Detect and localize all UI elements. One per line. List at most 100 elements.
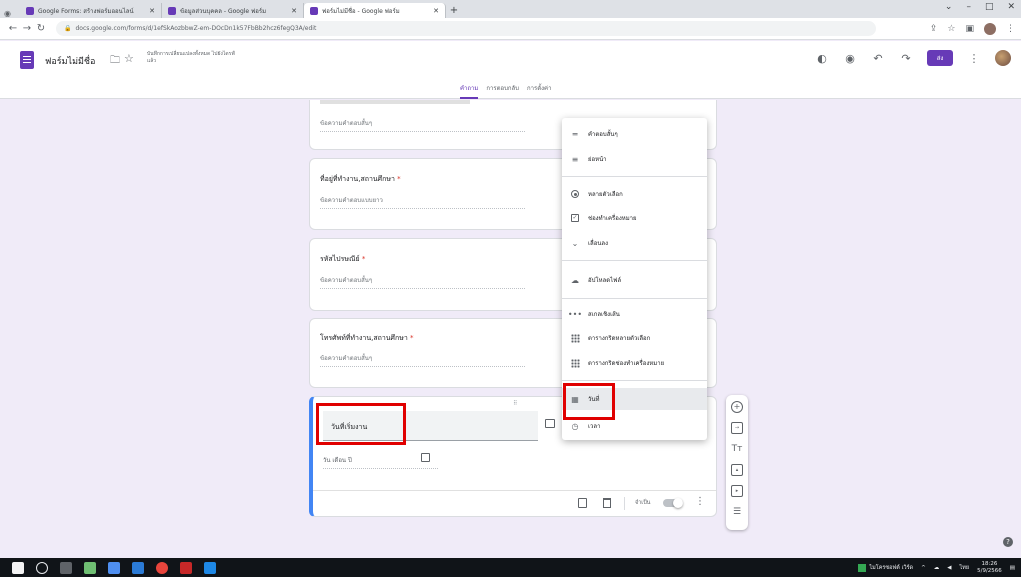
url-field[interactable]: 🔒 docs.google.com/forms/d/1efSkAozbbwZ-e…	[56, 21, 876, 36]
add-image-icon[interactable]: ▴	[731, 464, 743, 476]
tray-chevron-icon[interactable]: ^	[921, 565, 926, 571]
redo-icon[interactable]: ↷	[899, 52, 913, 65]
answer-hint: ข้อความคำตอบสั้นๆ	[320, 275, 525, 289]
store-icon[interactable]	[132, 561, 144, 574]
menu-item-file-upload[interactable]: ☁ อัปโหลดไฟล์	[562, 269, 707, 291]
browser-tab-3[interactable]: ฟอร์มไม่มีชื่อ - Google ฟอร์ม ✕	[304, 3, 446, 18]
duplicate-icon[interactable]	[578, 498, 587, 508]
taskbar: ไมโครซอฟต์ เวิร์ด ^ ☁ ◀ ไทย 18:26 5/9/25…	[0, 558, 1021, 577]
browser-tab-1[interactable]: Google Forms: สร้างฟอร์มออนไลน์ ✕	[20, 3, 162, 18]
menu-item-dropdown[interactable]: ⌄ เลื่อนลง	[562, 232, 707, 254]
menu-item-label: หลายตัวเลือก	[588, 191, 623, 198]
app-icon[interactable]	[84, 561, 96, 574]
floating-toolbar: + → Tт ▴ ▸ ☰	[726, 395, 748, 530]
grid-icon	[570, 358, 580, 368]
answer-hint: ข้อความคำตอบสั้นๆ	[320, 353, 525, 367]
mail-icon[interactable]	[108, 561, 120, 574]
avatar[interactable]	[995, 50, 1011, 66]
menu-item-label: เวลา	[588, 423, 601, 430]
menu-divider	[562, 176, 707, 177]
question-title: ที่อยู่ที่ทำงาน,สถานศึกษา *	[320, 175, 401, 183]
menu-item-mc-grid[interactable]: ตารางกริดหลายตัวเลือก	[562, 327, 707, 349]
radio-icon-wrap	[570, 189, 580, 199]
required-label: จำเป็น	[635, 500, 651, 506]
back-icon[interactable]: ←	[6, 23, 20, 34]
menu-item-label: ตารางกริดหลายตัวเลือก	[588, 335, 651, 342]
star-icon[interactable]: ☆	[124, 52, 134, 65]
upload-icon: ☁	[571, 275, 579, 285]
add-section-icon[interactable]: ☰	[731, 506, 743, 518]
question-title: รหัสไปรษณีย์ *	[320, 255, 366, 263]
menu-item-label: เลื่อนลง	[588, 240, 609, 247]
send-button[interactable]: ส่ง	[927, 50, 953, 66]
checkbox-icon-wrap: ✓	[570, 213, 580, 223]
notification-icon[interactable]: ▤	[1010, 565, 1015, 571]
menu-item-linear-scale[interactable]: ••• สเกลเชิงเส้น	[562, 303, 707, 325]
sidebar-icon[interactable]: ▣	[965, 24, 974, 34]
clock[interactable]: 18:26 5/9/2566	[977, 561, 1002, 575]
menu-item-paragraph[interactable]: ≡ ย่อหน้า	[562, 148, 707, 170]
add-image-icon[interactable]	[545, 419, 555, 428]
more-vert-icon[interactable]: ⋮	[695, 496, 705, 507]
highlight-box-date	[563, 383, 615, 420]
more-vert-icon[interactable]: ⋮	[967, 52, 981, 65]
maximize-icon[interactable]: □	[985, 2, 994, 12]
add-video-icon[interactable]: ▸	[731, 485, 743, 497]
grid-icon-wrap	[570, 358, 580, 368]
system-tray: ไมโครซอฟต์ เวิร์ด ^ ☁ ◀ ไทย 18:26 5/9/25…	[858, 561, 1015, 575]
required-toggle[interactable]	[663, 498, 683, 508]
clock-date: 5/9/2566	[977, 567, 1002, 574]
language-indicator[interactable]: ไทย	[959, 564, 969, 572]
checkbox-icon: ✓	[571, 214, 579, 222]
question-title-cut	[320, 100, 470, 104]
forms-logo-icon[interactable]	[20, 51, 34, 69]
chrome-menu-icon[interactable]: ◉	[0, 9, 11, 18]
import-questions-icon[interactable]: →	[731, 422, 743, 434]
tab-questions[interactable]: คำถาม	[460, 83, 479, 99]
windows-start-icon[interactable]	[12, 561, 24, 574]
close-icon[interactable]: ✕	[149, 7, 155, 15]
drag-handle-icon[interactable]: ⠿	[513, 400, 518, 407]
task-view-icon[interactable]	[60, 561, 72, 574]
tab-settings[interactable]: การตั้งค่า	[527, 83, 551, 99]
tab-responses[interactable]: การตอบกลับ	[486, 83, 519, 99]
folder-icon[interactable]: 🗀	[110, 53, 120, 70]
form-title[interactable]: ฟอร์มไม่มีชื่อ	[45, 54, 95, 68]
window-close-icon[interactable]: ✕	[1007, 2, 1015, 12]
minimize-icon[interactable]: –	[966, 2, 971, 12]
taskbar-app[interactable]: ไมโครซอฟต์ เวิร์ด	[858, 563, 913, 572]
trash-icon[interactable]	[603, 498, 611, 508]
network-icon[interactable]: ☁	[934, 565, 940, 571]
browser-menu-icon[interactable]: ⋮	[1006, 24, 1015, 34]
menu-item-short-answer[interactable]: ═ คำตอบสั้นๆ	[562, 123, 707, 145]
search-icon[interactable]	[36, 561, 48, 574]
bookmark-star-icon[interactable]: ☆	[947, 24, 955, 34]
close-icon[interactable]: ✕	[291, 7, 297, 15]
app-icon[interactable]	[180, 561, 192, 574]
window-controls: ⌄ – □ ✕	[945, 2, 1015, 12]
preview-eye-icon[interactable]: ◉	[843, 52, 857, 65]
app-icon[interactable]	[204, 561, 216, 574]
palette-icon[interactable]: ◐	[815, 52, 829, 65]
menu-item-checkboxes[interactable]: ✓ ช่องทำเครื่องหมาย	[562, 207, 707, 229]
profile-avatar-icon[interactable]	[984, 22, 996, 35]
menu-item-multiple-choice[interactable]: หลายตัวเลือก	[562, 183, 707, 205]
close-icon[interactable]: ✕	[433, 7, 439, 15]
menu-item-checkbox-grid[interactable]: ตารางกริดช่องทำเครื่องหมาย	[562, 352, 707, 374]
volume-icon[interactable]: ◀	[947, 565, 951, 571]
clock-icon: ◷	[571, 421, 579, 431]
tab-search-icon[interactable]: ⌄	[945, 2, 953, 12]
undo-icon[interactable]: ↶	[871, 52, 885, 65]
add-question-icon[interactable]: +	[731, 401, 743, 413]
answer-hint: ข้อความคำตอบสั้นๆ	[320, 118, 525, 132]
forward-icon[interactable]: →	[20, 23, 34, 34]
reload-icon[interactable]: ↻	[34, 23, 48, 34]
share-icon[interactable]: ⇪	[930, 24, 938, 34]
linear-scale-icon: •••	[567, 309, 583, 319]
browser-tab-2[interactable]: ข้อมูลส่วนบุคคล - Google ฟอร์ม ✕	[162, 3, 304, 18]
browser-tab-strip: ◉ Google Forms: สร้างฟอร์มออนไลน์ ✕ ข้อม…	[0, 0, 1021, 18]
add-title-icon[interactable]: Tт	[731, 443, 743, 455]
help-icon[interactable]: ?	[1003, 537, 1013, 547]
new-tab-button[interactable]: +	[446, 3, 462, 18]
chrome-icon[interactable]	[156, 561, 168, 574]
